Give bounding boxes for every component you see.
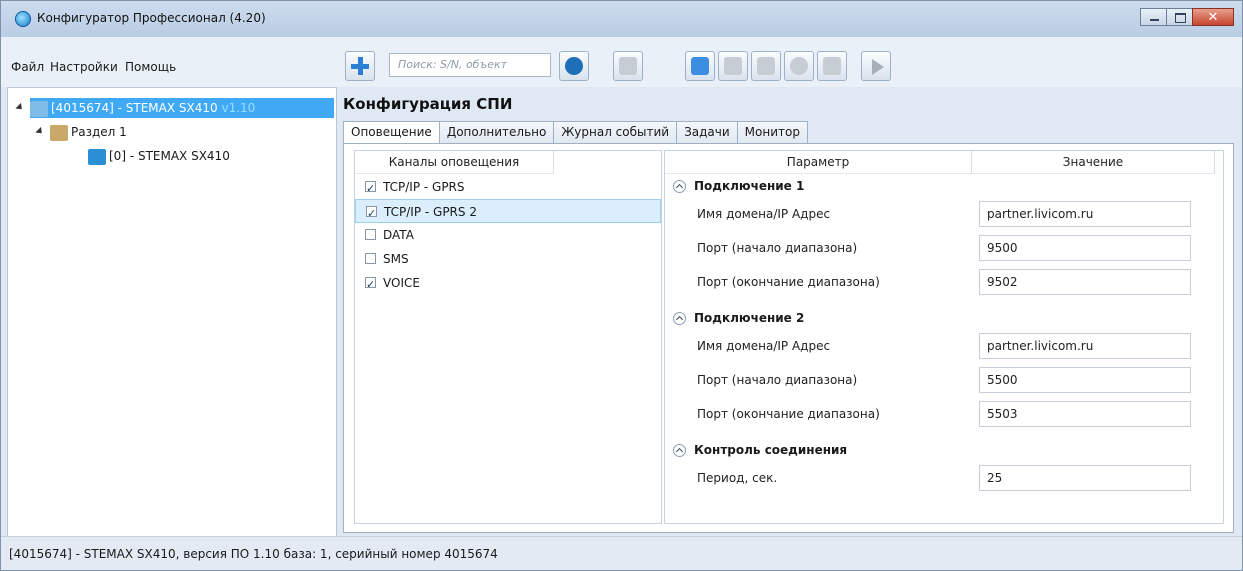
param-row: Порт (окончание диапазона) 9502 — [665, 267, 1223, 297]
checkbox[interactable] — [366, 202, 377, 226]
menu-file[interactable]: Файл — [11, 60, 44, 74]
object-icon — [88, 148, 106, 165]
channel-item[interactable]: DATA — [355, 223, 661, 247]
play-button[interactable] — [861, 51, 891, 81]
window-title: Конфигуратор Профессионал (4.20) — [37, 11, 266, 25]
status-text: [4015674] - STEMAX SX410, версия ПО 1.10… — [9, 547, 498, 561]
page-title: Конфигурация СПИ — [343, 95, 513, 113]
status-bar: [4015674] - STEMAX SX410, версия ПО 1.10… — [1, 536, 1242, 570]
param-value-field[interactable]: partner.livicom.ru — [979, 201, 1191, 227]
toolbar: Поиск: S/N, объект — [337, 37, 1242, 87]
param-row: Порт (начало диапазона) 5500 — [665, 365, 1223, 395]
channels-list: Каналы оповещения TCP/IP - GPRS TCP/IP -… — [354, 150, 662, 524]
globe-icon — [790, 57, 808, 75]
tab-notification[interactable]: Оповещение — [343, 121, 440, 144]
add-button[interactable] — [345, 51, 375, 81]
users-icon — [619, 57, 637, 75]
close-button[interactable]: ✕ — [1192, 8, 1234, 26]
group-connection-control[interactable]: Контроль соединения — [673, 439, 847, 461]
value-header: Значение — [972, 151, 1215, 174]
tab-bar: Оповещение Дополнительно Журнал событий … — [343, 121, 808, 144]
param-value-field[interactable]: partner.livicom.ru — [979, 333, 1191, 359]
channel-item[interactable]: VOICE — [355, 271, 661, 297]
tab-tasks[interactable]: Задачи — [676, 121, 738, 143]
search-input[interactable]: Поиск: S/N, объект — [389, 53, 551, 77]
globe-button[interactable] — [784, 51, 814, 81]
modem-button[interactable] — [817, 51, 847, 81]
search-device-button[interactable] — [559, 51, 589, 81]
tab-monitor[interactable]: Монитор — [736, 121, 808, 143]
expand-arrow-icon[interactable] — [35, 126, 45, 137]
group-connection-1[interactable]: Подключение 1 — [673, 175, 804, 197]
checkbox[interactable] — [365, 177, 376, 201]
wifi-button[interactable] — [751, 51, 781, 81]
checkbox[interactable] — [365, 229, 376, 240]
maximize-button[interactable] — [1166, 8, 1193, 26]
menu-help[interactable]: Помощь — [125, 60, 176, 74]
window-controls: ✕ — [1140, 8, 1234, 26]
tree-section-label: Раздел 1 — [71, 125, 127, 139]
wifi-icon — [757, 57, 775, 75]
title-bar: Конфигуратор Профессионал (4.20) ✕ — [1, 1, 1242, 37]
app-icon — [15, 11, 31, 27]
collapse-chevron-icon[interactable] — [673, 444, 686, 457]
collapse-chevron-icon[interactable] — [673, 180, 686, 193]
ethernet-button[interactable] — [718, 51, 748, 81]
params-grid: Параметр Значение Подключение 1 Имя доме… — [664, 150, 1224, 524]
tree-device-version: v1.10 — [221, 101, 256, 115]
device-icon — [30, 100, 48, 117]
param-row: Период, сек. 25 — [665, 463, 1223, 493]
usb-icon — [691, 57, 709, 75]
close-icon: ✕ — [1207, 10, 1219, 25]
tree-object-label: [0] - STEMAX SX410 — [109, 149, 230, 163]
param-row: Порт (начало диапазона) 9500 — [665, 233, 1223, 263]
checkbox[interactable] — [365, 253, 376, 264]
channel-item[interactable]: TCP/IP - GPRS — [355, 175, 661, 201]
tree-item-section[interactable]: Раздел 1 — [50, 122, 127, 142]
collapse-chevron-icon[interactable] — [673, 312, 686, 325]
param-value-field[interactable]: 9502 — [979, 269, 1191, 295]
checkbox[interactable] — [365, 273, 376, 297]
param-row: Порт (окончание диапазона) 5503 — [665, 399, 1223, 429]
param-value-field[interactable]: 5500 — [979, 367, 1191, 393]
channel-item[interactable]: SMS — [355, 247, 661, 271]
param-value-field[interactable]: 9500 — [979, 235, 1191, 261]
channel-item-selected[interactable]: TCP/IP - GPRS 2 — [355, 199, 661, 226]
tab-panel: Каналы оповещения TCP/IP - GPRS TCP/IP -… — [343, 143, 1234, 533]
tab-additional[interactable]: Дополнительно — [438, 121, 555, 143]
channels-header: Каналы оповещения — [355, 151, 554, 174]
group-connection-2[interactable]: Подключение 2 — [673, 307, 804, 329]
usb-button[interactable] — [685, 51, 715, 81]
tab-event-log[interactable]: Журнал событий — [553, 121, 678, 143]
play-icon — [872, 59, 884, 75]
menu-bar: Файл Настройки Помощь — [1, 37, 337, 87]
param-value-field[interactable]: 5503 — [979, 401, 1191, 427]
param-row: Имя домена/IP Адрес partner.livicom.ru — [665, 199, 1223, 229]
users-button[interactable] — [613, 51, 643, 81]
menu-settings[interactable]: Настройки — [50, 60, 118, 74]
modem-icon — [823, 57, 841, 75]
tree-item-object[interactable]: [0] - STEMAX SX410 — [88, 146, 230, 166]
tree-device-label: [4015674] - STEMAX SX410 — [51, 101, 218, 115]
app-window: Конфигуратор Профессионал (4.20) ✕ Файл … — [0, 0, 1243, 571]
expand-arrow-icon[interactable] — [15, 102, 25, 113]
minimize-button[interactable] — [1140, 8, 1167, 26]
tree-item-device[interactable]: [4015674] - STEMAX SX410 v1.10 — [30, 98, 334, 118]
search-device-icon — [565, 57, 583, 75]
device-tree: [4015674] - STEMAX SX410 v1.10 Раздел 1 … — [7, 87, 337, 539]
param-value-field[interactable]: 25 — [979, 465, 1191, 491]
main-content: Конфигурация СПИ Оповещение Дополнительн… — [337, 87, 1236, 539]
ethernet-icon — [724, 57, 742, 75]
section-icon — [50, 124, 68, 141]
param-header: Параметр — [665, 151, 972, 174]
add-icon — [351, 57, 369, 75]
param-row: Имя домена/IP Адрес partner.livicom.ru — [665, 331, 1223, 361]
